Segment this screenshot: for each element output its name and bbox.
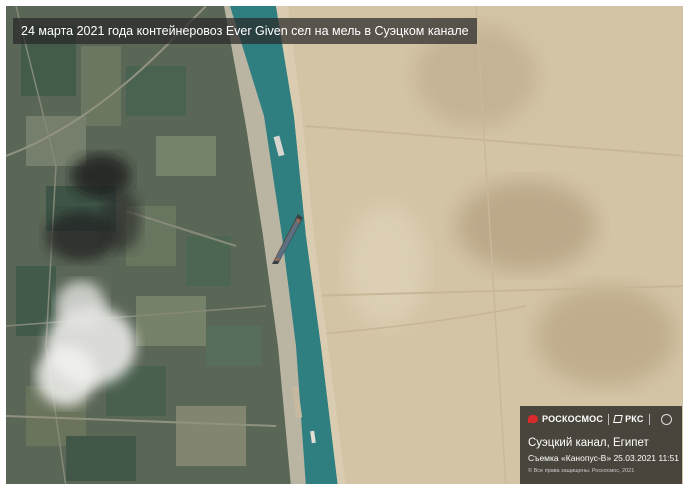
image-caption: 24 марта 2021 года контейнеровоз Ever Gi…: [13, 18, 477, 45]
roscosmos-logo-text: РОСКОСМОС: [542, 414, 604, 424]
rks-logo-text: РКС: [625, 414, 644, 424]
logo-divider-2: [648, 413, 650, 425]
copyright-text: © Все права защищены. Роскосмос, 2021: [528, 468, 635, 474]
image-frame: 24 марта 2021 года контейнеровоз Ever Gi…: [0, 0, 686, 487]
logo-row: РОСКОСМОС РКС: [528, 412, 674, 426]
shot-info: Съемка «Канопус-В» 25.03.2021 11:51: [528, 453, 679, 463]
roscosmos-logo-icon: [528, 415, 538, 423]
logo-divider: [608, 413, 610, 425]
emblem-icon: [660, 413, 672, 425]
location-label: Суэцкий канал, Египет: [528, 437, 649, 449]
satellite-image: 24 марта 2021 года контейнеровоз Ever Gi…: [6, 6, 683, 484]
credit-panel: РОСКОСМОС РКС Суэцкий канал, Египет Съем…: [520, 406, 682, 484]
rks-logo-icon: [613, 415, 623, 423]
